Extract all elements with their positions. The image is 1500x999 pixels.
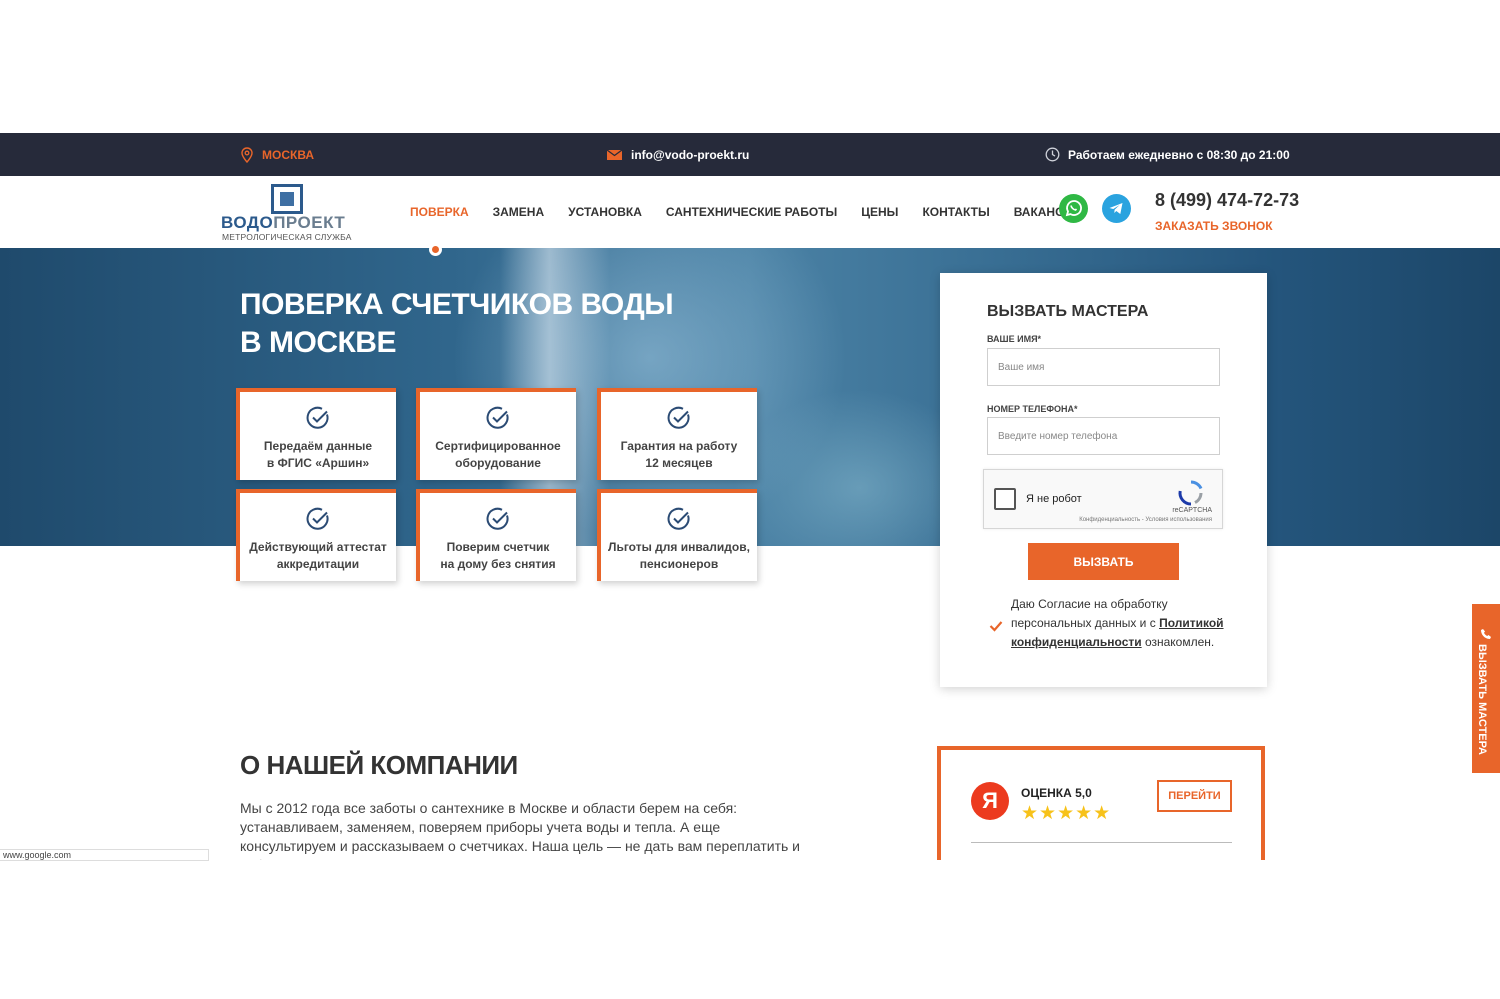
logo-subtitle: МЕТРОЛОГИЧЕСКАЯ СЛУЖБА xyxy=(222,232,352,242)
check-circle-icon xyxy=(667,507,690,530)
logo-name: ВОДОПРОЕКТ xyxy=(221,213,346,232)
page-bottom-area xyxy=(0,860,1500,999)
site-header: ВОДОПРОЕКТ МЕТРОЛОГИЧЕСКАЯ СЛУЖБА ПОВЕРК… xyxy=(0,176,1500,256)
side-call-master-tab[interactable]: ВЫЗВАТЬ МАСТЕРА xyxy=(1472,604,1500,773)
name-field-label: ВАШЕ ИМЯ* xyxy=(987,334,1042,344)
rating-go-button[interactable]: ПЕРЕЙТИ xyxy=(1157,780,1232,812)
divider xyxy=(971,842,1232,843)
side-tab-label: ВЫЗВАТЬ МАСТЕРА xyxy=(1476,644,1488,755)
check-circle-icon xyxy=(667,406,690,429)
feature-text: Поверим счетчик на дому без снятия xyxy=(440,540,556,571)
feature-card: Поверим счетчик на дому без снятия xyxy=(416,489,576,581)
rating-score: ОЦЕНКА 5,0 xyxy=(1021,786,1092,800)
feature-text: Действующий аттестат аккредитации xyxy=(249,540,387,571)
nav-item-zamena[interactable]: ЗАМЕНА xyxy=(493,205,545,219)
nav-item-plumbing[interactable]: САНТЕХНИЧЕСКИЕ РАБОТЫ xyxy=(666,205,837,219)
main-nav: ПОВЕРКА ЗАМЕНА УСТАНОВКА САНТЕХНИЧЕСКИЕ … xyxy=(410,176,1105,248)
yandex-rating-card: Я ОЦЕНКА 5,0 ★★★★★ ПЕРЕЙТИ xyxy=(937,746,1265,860)
feature-card: Передаём данные в ФГИС «Аршин» xyxy=(236,388,396,480)
whatsapp-icon[interactable] xyxy=(1059,194,1088,223)
site-logo[interactable]: ВОДОПРОЕКТ МЕТРОЛОГИЧЕСКАЯ СЛУЖБА xyxy=(221,184,361,242)
recaptcha-brand: reCAPTCHA xyxy=(1172,507,1212,514)
recaptcha-terms[interactable]: Конфиденциальность - Условия использован… xyxy=(1079,517,1212,523)
form-title: ВЫЗВАТЬ МАСТЕРА xyxy=(987,303,1149,320)
consent-text: Даю Согласие на обработку персональных д… xyxy=(1011,597,1224,649)
browser-status-bar: www.google.com xyxy=(0,849,209,861)
phone-icon xyxy=(1481,629,1491,639)
clock-icon xyxy=(1045,147,1060,162)
hero-title: ПОВЕРКА СЧЕТЧИКОВ ВОДЫ В МОСКВЕ xyxy=(240,288,674,359)
feature-text: Сертифицированное оборудование xyxy=(435,439,561,470)
location-pin-icon xyxy=(241,146,253,163)
call-button[interactable]: ВЫЗВАТЬ xyxy=(1028,543,1179,580)
feature-text: Гарантия на работу 12 месяцев xyxy=(620,439,738,470)
call-master-form: ВЫЗВАТЬ МАСТЕРА ВАШЕ ИМЯ* НОМЕР ТЕЛЕФОНА… xyxy=(940,273,1267,687)
working-hours: Работаем ежедневно с 08:30 до 21:00 xyxy=(1045,133,1290,176)
hours-label: Работаем ежедневно с 08:30 до 21:00 xyxy=(1068,147,1290,162)
phone-input[interactable] xyxy=(987,417,1220,455)
yandex-logo-icon: Я xyxy=(971,782,1009,820)
email-label: info@vodo-proekt.ru xyxy=(631,147,750,162)
name-input[interactable] xyxy=(987,348,1220,386)
email-link[interactable]: info@vodo-proekt.ru xyxy=(607,133,749,176)
checkmark-icon[interactable] xyxy=(989,620,1003,632)
telegram-icon[interactable] xyxy=(1102,194,1131,223)
logo-mark-icon xyxy=(271,184,303,214)
feature-card: Сертифицированное оборудование xyxy=(416,388,576,480)
feature-card: Льготы для инвалидов, пенсионеров xyxy=(597,489,757,581)
nav-item-ustanovka[interactable]: УСТАНОВКА xyxy=(568,205,642,219)
about-title: О НАШЕЙ КОМПАНИИ xyxy=(240,750,518,780)
check-circle-icon xyxy=(306,406,329,429)
feature-card: Действующий аттестат аккредитации xyxy=(236,489,396,581)
recaptcha-label: Я не робот xyxy=(1026,493,1082,505)
nav-item-contacts[interactable]: КОНТАКТЫ xyxy=(922,205,989,219)
city-label: МОСКВА xyxy=(262,147,315,162)
feature-text: Передаём данные в ФГИС «Аршин» xyxy=(263,439,373,470)
order-call-link[interactable]: ЗАКАЗАТЬ ЗВОНОК xyxy=(1155,219,1273,233)
check-circle-icon xyxy=(486,507,509,530)
nav-item-prices[interactable]: ЦЕНЫ xyxy=(861,205,898,219)
rating-stars: ★★★★★ xyxy=(1021,803,1112,824)
phone-number[interactable]: 8 (499) 474-72-73 xyxy=(1155,190,1299,211)
nav-item-poverka[interactable]: ПОВЕРКА xyxy=(410,205,469,219)
feature-text: Льготы для инвалидов, пенсионеров xyxy=(608,540,750,571)
feature-card: Гарантия на работу 12 месяцев xyxy=(597,388,757,480)
active-nav-indicator xyxy=(429,243,442,256)
city-selector[interactable]: МОСКВА xyxy=(240,133,314,176)
recaptcha-widget: Я не робот reCAPTCHA Конфиденциальность … xyxy=(983,469,1223,529)
phone-field-label: НОМЕР ТЕЛЕФОНА* xyxy=(987,404,1078,414)
check-circle-icon xyxy=(306,507,329,530)
check-circle-icon xyxy=(486,406,509,429)
top-info-bar: МОСКВА info@vodo-proekt.ru Работаем ежед… xyxy=(0,133,1500,176)
recaptcha-checkbox[interactable] xyxy=(994,488,1016,510)
recaptcha-logo-icon xyxy=(1178,480,1203,506)
envelope-icon xyxy=(607,148,623,160)
